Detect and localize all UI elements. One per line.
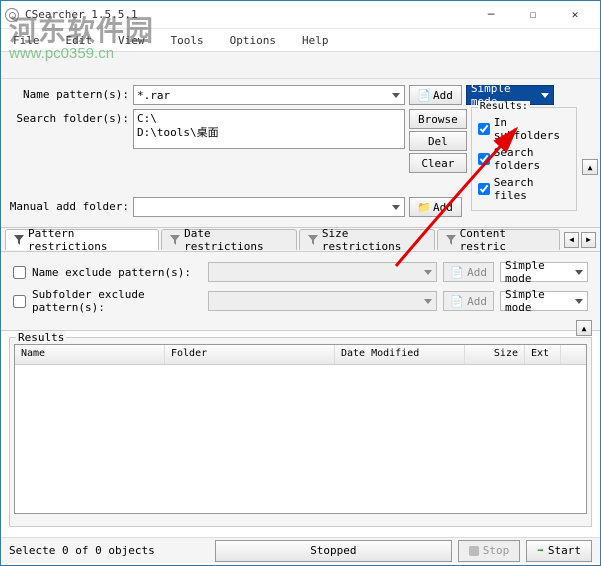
pattern-tab-body: Name exclude pattern(s): 📄Add Simple mod… [1, 252, 600, 331]
menu-file[interactable]: File [7, 32, 46, 49]
subfolder-exclude-mode[interactable]: Simple mode [500, 291, 588, 311]
col-ext[interactable]: Ext [525, 345, 561, 364]
manual-add-input[interactable] [133, 197, 405, 217]
minimize-button[interactable]: ─ [470, 2, 512, 28]
name-pattern-input[interactable]: *.rar [133, 85, 405, 105]
table-header: Name Folder Date Modified Size Ext [15, 345, 586, 365]
name-exclude-check[interactable] [13, 266, 26, 279]
add-icon: 📄 [418, 89, 430, 101]
restriction-tabs: Pattern restrictions Date restrictions S… [1, 228, 600, 252]
col-folder[interactable]: Folder [165, 345, 335, 364]
filter-icon [308, 235, 318, 245]
stop-icon [469, 546, 479, 556]
col-name[interactable]: Name [15, 345, 165, 364]
manual-add-button[interactable]: 📁Add [409, 197, 462, 217]
tabs-left-button[interactable]: ◀ [564, 232, 579, 248]
tab-pattern[interactable]: Pattern restrictions [5, 229, 159, 250]
del-button[interactable]: Del [409, 131, 467, 151]
subfolder-exclude-label: Subfolder exclude pattern(s): [32, 288, 202, 314]
tab-content[interactable]: Content restric [437, 229, 560, 250]
subfolder-exclude-input[interactable] [208, 291, 437, 311]
name-exclude-add-button: 📄Add [443, 262, 494, 282]
results-group: Results Name Folder Date Modified Size E… [9, 337, 592, 527]
manual-add-label: Manual add folder: [9, 197, 129, 213]
maximize-button[interactable]: ☐ [512, 2, 554, 28]
start-button[interactable]: ➡Start [526, 540, 592, 562]
results-legend: Results [16, 331, 66, 344]
search-files-check[interactable]: Search files [478, 176, 570, 202]
add-icon: 📄 [450, 295, 464, 308]
tabbody-collapse-button[interactable]: ▲ [576, 320, 592, 336]
name-exclude-input[interactable] [208, 262, 437, 282]
results-table[interactable]: Name Folder Date Modified Size Ext [14, 344, 587, 514]
menu-help[interactable]: Help [296, 32, 335, 49]
subfolder-exclude-check[interactable] [13, 295, 26, 308]
menu-view[interactable]: View [112, 32, 151, 49]
status-text: Selecte 0 of 0 objects [9, 544, 209, 557]
title-bar: CSearcher 1.5.5.1 ─ ☐ ✕ [1, 1, 600, 29]
add-pattern-button[interactable]: 📄Add [409, 85, 462, 105]
search-folder-label: Search folder(s): [9, 109, 129, 125]
col-size[interactable]: Size [465, 345, 525, 364]
close-button[interactable]: ✕ [554, 2, 596, 28]
tab-date[interactable]: Date restrictions [161, 229, 297, 250]
clear-button[interactable]: Clear [409, 153, 467, 173]
name-pattern-label: Name pattern(s): [9, 85, 129, 101]
menu-options[interactable]: Options [224, 32, 282, 49]
menu-bar: File Edit View Tools Options Help [1, 29, 600, 51]
results-options-group: Results: In subfolders Search folders Se… [471, 107, 577, 211]
window-title: CSearcher 1.5.5.1 [25, 8, 470, 21]
stopped-button[interactable]: Stopped [215, 540, 452, 562]
filter-icon [170, 235, 180, 245]
filter-icon [446, 235, 456, 245]
name-exclude-label: Name exclude pattern(s): [32, 266, 202, 279]
status-bar: Selecte 0 of 0 objects Stopped Stop ➡Sta… [1, 537, 600, 563]
col-date[interactable]: Date Modified [335, 345, 465, 364]
menu-edit[interactable]: Edit [60, 32, 99, 49]
name-exclude-mode[interactable]: Simple mode [500, 262, 588, 282]
subfolder-exclude-add-button: 📄Add [443, 291, 494, 311]
tabs-right-button[interactable]: ▶ [581, 232, 596, 248]
search-form: Name pattern(s): *.rar 📄Add Simple mode … [1, 79, 600, 228]
search-folder-list[interactable]: C:\ D:\tools\桌面 [133, 109, 405, 149]
menu-tools[interactable]: Tools [165, 32, 210, 49]
add-icon: 📄 [450, 266, 464, 279]
search-folders-check[interactable]: Search folders [478, 146, 570, 172]
play-icon: ➡ [537, 544, 544, 557]
collapse-up-button[interactable]: ▲ [582, 159, 598, 175]
tab-size[interactable]: Size restrictions [299, 229, 435, 250]
filter-icon [14, 235, 24, 245]
stop-button: Stop [458, 540, 521, 562]
browse-button[interactable]: Browse [409, 109, 467, 129]
in-subfolders-check[interactable]: In subfolders [478, 116, 570, 142]
app-icon [5, 8, 19, 22]
table-body [15, 365, 586, 513]
folder-add-icon: 📁 [418, 201, 430, 213]
toolbar [1, 51, 600, 79]
